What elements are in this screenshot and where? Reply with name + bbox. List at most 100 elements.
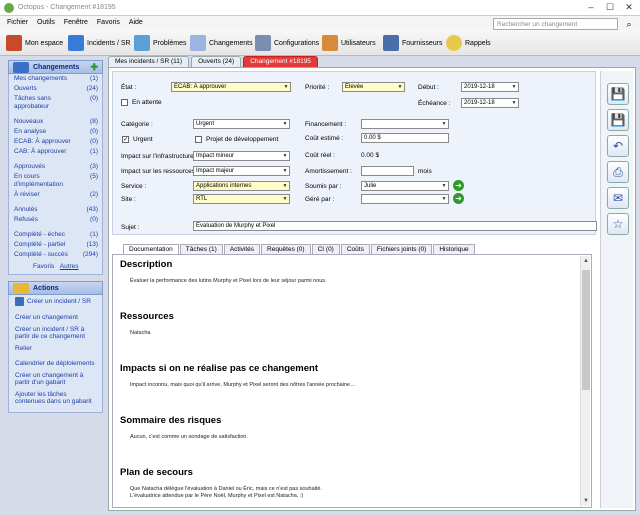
others-link[interactable]: Autres [60, 263, 79, 270]
risques-text: Aucun, c'est comme un sondage de satisfa… [130, 434, 248, 440]
right-action-bar: 💾 💾 ↶ ⎙ ✉ ☆ [600, 71, 633, 508]
scroll-thumb[interactable] [582, 270, 590, 390]
close-icon[interactable]: ✕ [622, 2, 636, 13]
sidebar-item-en-cours[interactable]: En cours d'implémentation (5) [9, 172, 102, 190]
scroll-up-icon[interactable]: ▲ [581, 256, 591, 266]
categorie-select[interactable]: Urgent ▼ [193, 119, 290, 129]
toolbar-incidents[interactable]: Incidents / SR [68, 34, 131, 52]
toolbar-problemes[interactable]: Problèmes [134, 34, 186, 52]
sidebar-item-mes-changements[interactable]: Mes changements (1) [9, 74, 102, 84]
priorite-select[interactable]: Élevée ▼ [342, 82, 405, 92]
urgent-checkbox[interactable]: ✓ [122, 136, 129, 143]
cout-estime-input[interactable]: 0.00 $ [361, 133, 449, 143]
gere-label: Géré par : [305, 196, 335, 203]
secours-title: Plan de secours [120, 467, 193, 478]
action-create-from-template[interactable]: Créer un changement à partir d'un gabari… [9, 370, 102, 389]
tab-ouverts[interactable]: Ouverts (24) [191, 56, 242, 67]
favorite-star-icon[interactable]: ☆ [607, 213, 629, 235]
change-panel: État : ECAB: À approuver ▼ En attente Pri… [108, 67, 636, 511]
toolbar-configurations[interactable]: Configurations [255, 34, 319, 52]
etat-label: État : [121, 84, 137, 91]
toolbar-mon-espace[interactable]: Mon espace [6, 34, 63, 52]
favorites-link[interactable]: Favoris [33, 263, 54, 270]
financement-select[interactable]: ▼ [361, 119, 449, 129]
site-select[interactable]: RTL ▼ [193, 194, 290, 204]
reminders-icon [446, 35, 462, 51]
amort-input[interactable] [361, 166, 414, 176]
description-title: Description [120, 259, 173, 270]
description-text: Évaluer la performance des lutins Murphy… [130, 278, 327, 284]
save-close-icon[interactable]: 💾 [607, 109, 629, 131]
tab-mes-incidents[interactable]: Mes incidents / SR (11) [108, 56, 190, 67]
sidebar-item-cab[interactable]: CAB: À approuver (1) [9, 147, 102, 157]
scroll-down-icon[interactable]: ▼ [581, 496, 591, 506]
maximize-icon[interactable]: ☐ [603, 2, 617, 13]
action-create-incident-from-change[interactable]: Créer un incident / SR à partir de ce ch… [9, 324, 102, 343]
add-icon[interactable]: ✚ [90, 62, 98, 73]
sidebar-item-ouverts[interactable]: Ouverts (24) [9, 84, 102, 94]
tab-taches[interactable]: Tâches (1) [179, 244, 223, 254]
email-icon[interactable]: ✉ [607, 187, 629, 209]
tab-changement[interactable]: Changement #18195 [243, 56, 318, 67]
tab-documentation[interactable]: Documentation [123, 244, 179, 254]
section-ressources: Ressources Natacha [113, 311, 573, 337]
sidebar-item-taches-sans-approbateur[interactable]: Tâches sans approbateur (0) [9, 94, 102, 112]
debut-date[interactable]: 2019-12-18 ▼ [461, 82, 519, 92]
tab-couts[interactable]: Coûts [340, 244, 370, 254]
documentation-area[interactable]: Description Évaluer la performance des l… [112, 254, 592, 508]
gere-select[interactable]: ▼ [361, 194, 449, 204]
save-icon[interactable]: 💾 [607, 83, 629, 105]
sidebar-item-annules[interactable]: Annulés (43) [9, 205, 102, 215]
action-deployment-calendar[interactable]: Calendrier de déploiements [9, 358, 102, 370]
menu-fichier[interactable]: Fichier [7, 19, 28, 26]
soumis-select[interactable]: Julie ▼ [361, 181, 449, 191]
tab-fichiers-joints[interactable]: Fichiers joints (0) [370, 244, 433, 254]
incident-icon [15, 297, 24, 306]
etat-select[interactable]: ECAB: À approuver ▼ [171, 82, 291, 92]
impact-infra-select[interactable]: Impact mineur ▼ [193, 151, 290, 161]
sidebar-item-nouveaux[interactable]: Nouveaux (8) [9, 117, 102, 127]
sidebar-item-refuses[interactable]: Refusés (0) [9, 215, 102, 225]
debut-label: Début : [418, 84, 439, 91]
menu-aide[interactable]: Aide [129, 19, 143, 26]
undo-icon[interactable]: ↶ [607, 135, 629, 157]
sidebar-item-ecab[interactable]: ECAB: À approuver (0) [9, 137, 102, 147]
sidebar-item-complete-succes[interactable]: Complété - succès (294) [9, 250, 102, 260]
tab-historique[interactable]: Historique [433, 244, 475, 254]
projet-checkbox[interactable] [195, 136, 202, 143]
print-icon[interactable]: ⎙ [607, 161, 629, 183]
action-link[interactable]: Relier [9, 343, 102, 355]
sidebar-item-complete-echec[interactable]: Complété - échec (1) [9, 230, 102, 240]
menu-fenetre[interactable]: Fenêtre [64, 19, 88, 26]
urgent-label: Urgent [133, 136, 153, 143]
sidebar-item-en-analyse[interactable]: En analyse (0) [9, 127, 102, 137]
minimize-icon[interactable]: – [584, 2, 598, 13]
en-attente-checkbox[interactable] [121, 99, 128, 106]
go-soumis-icon[interactable]: ➜ [453, 180, 464, 191]
sidebar-item-a-reviser[interactable]: À réviser (2) [9, 190, 102, 200]
action-create-incident[interactable]: Créer un incident / SR [9, 295, 102, 308]
toolbar-changements[interactable]: Changements [190, 34, 253, 52]
service-select[interactable]: Applications internes ▼ [193, 181, 290, 191]
tab-requetes[interactable]: Requêtes (0) [261, 244, 311, 254]
impacts-text: Impact inconnu, mais quoi qu'il arrive, … [130, 382, 356, 388]
toolbar-rappels[interactable]: Rappels [446, 34, 491, 52]
sidebar-item-approuves[interactable]: Approuvés (3) [9, 162, 102, 172]
tab-activites[interactable]: Activités [223, 244, 261, 254]
toolbar-utilisateurs[interactable]: Utilisateurs [322, 34, 376, 52]
impact-res-select[interactable]: Impact majeur ▼ [193, 166, 290, 176]
menu-favoris[interactable]: Favoris [97, 19, 120, 26]
sidebar-item-complete-partiel[interactable]: Complété - partiel (13) [9, 240, 102, 250]
menu-outils[interactable]: Outils [37, 19, 55, 26]
action-create-change[interactable]: Créer un changement [9, 312, 102, 324]
sujet-input[interactable]: Évaluation de Murphy et Pixel [193, 221, 597, 231]
action-add-template-tasks[interactable]: Ajouter les tâches contenues dans un gab… [9, 389, 102, 408]
cout-reel-value: 0.00 $ [361, 152, 380, 159]
tab-ci[interactable]: CI (0) [311, 244, 340, 254]
toolbar-fournisseurs[interactable]: Fournisseurs [383, 34, 442, 52]
search-input[interactable]: Rechercher un changement [493, 18, 618, 30]
search-icon[interactable]: ⌕ [623, 18, 635, 30]
doc-scrollbar[interactable]: ▲ ▼ [580, 256, 590, 506]
echeance-date[interactable]: 2019-12-18 ▼ [461, 98, 519, 108]
go-gere-icon[interactable]: ➜ [453, 193, 464, 204]
